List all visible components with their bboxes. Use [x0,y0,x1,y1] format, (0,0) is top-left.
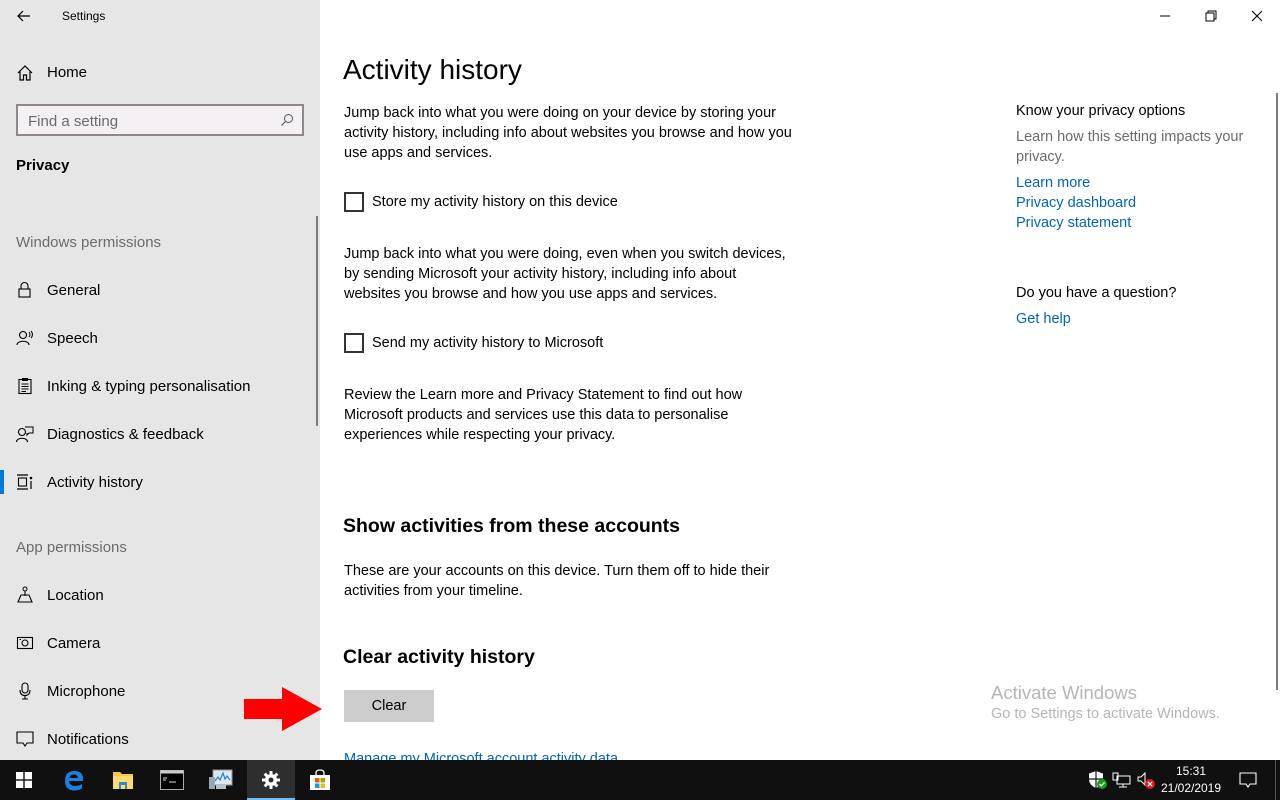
title-bar: Settings [0,0,320,32]
category-title: Privacy [16,157,70,174]
minimize-button[interactable] [1142,0,1188,32]
sidebar-item-diagnostics-feedback[interactable]: Diagnostics & feedback [0,414,316,454]
restore-button[interactable] [1188,0,1234,32]
sidebar-item-label: Diagnostics & feedback [47,426,204,443]
start-button[interactable] [0,760,48,800]
microphone-icon [19,682,31,700]
sidebar-item-label: Microphone [47,683,126,700]
clock-date: 21/02/2019 [1160,781,1222,795]
sidebar-item-label: Notifications [47,731,129,748]
search-box[interactable] [16,104,304,136]
annotation-arrow-icon [244,687,322,731]
sidebar-item-label: Location [47,587,104,604]
back-arrow-icon [17,10,30,22]
send-history-label: Send my activity history to Microsoft [372,335,604,351]
taskbar-store[interactable] [296,760,344,800]
app-title: Settings [62,9,106,23]
home-icon [17,65,33,81]
activation-watermark: Activate Windows Go to Settings to activ… [991,682,1220,722]
home-label: Home [47,64,88,81]
performance-monitor-icon [209,769,233,789]
sidebar-item-home[interactable]: Home [0,56,320,90]
lock-icon [18,281,31,298]
timeline-icon [17,474,33,490]
sidebar-item-general[interactable]: General [0,270,316,310]
store-history-checkbox-row[interactable]: Store my activity history on this device [344,192,618,212]
restore-icon [1205,10,1217,22]
settings-icon [262,771,280,789]
sidebar-item-label: Speech [47,330,98,347]
group-title-windows-permissions: Windows permissions [16,234,162,251]
learn-more-link[interactable]: Learn more [1016,173,1266,193]
sidebar-item-label: General [47,282,101,299]
main-scrollbar[interactable] [1276,93,1278,690]
sidebar-item-location[interactable]: Location [0,575,316,615]
close-button[interactable] [1234,0,1280,32]
sidebar-item-inking-typing[interactable]: Inking & typing personalisation [0,366,316,406]
sidebar-item-label: Inking & typing personalisation [47,378,251,395]
clipboard-icon [18,378,32,395]
sidebar-item-label: Camera [47,635,101,652]
privacy-options-title: Know your privacy options [1016,103,1186,119]
network-icon[interactable] [1112,770,1132,790]
help-panel: Do you have a question? Get help [1016,285,1266,329]
clear-history-button[interactable]: Clear [344,690,434,722]
back-button[interactable] [8,4,40,28]
windows-security-icon[interactable] [1088,770,1108,790]
sidebar-scrollbar[interactable] [316,216,318,426]
command-prompt-icon [160,770,184,790]
start-icon [16,772,32,788]
privacy-options-description: Learn how this setting impacts your priv… [1016,129,1244,165]
clock-time: 15:31 [1175,764,1207,778]
minimize-icon [1160,15,1170,17]
camera-icon [16,636,34,650]
sidebar-item-camera[interactable]: Camera [0,623,316,663]
accounts-description: These are your accounts on this device. … [344,563,770,599]
edge-icon [65,771,83,791]
store-history-checkbox[interactable] [344,192,364,212]
main-content: Activity history Jump back into what you… [320,0,1280,767]
clock[interactable]: 15:31 21/02/2019 [1152,763,1230,797]
show-desktop-button[interactable] [1275,760,1280,800]
send-history-checkbox-row[interactable]: Send my activity history to Microsoft [344,333,603,353]
file-explorer-icon [113,772,133,789]
get-help-link[interactable]: Get help [1016,309,1266,329]
speech-icon [16,330,33,346]
search-icon[interactable] [280,113,294,127]
send-description: Jump back into what you were doing, even… [344,246,786,302]
action-center-button[interactable] [1230,760,1266,800]
close-icon [1251,10,1263,22]
group-title-app-permissions: App permissions [16,539,127,556]
notifications-icon [16,731,34,747]
page-title: Activity history [343,54,522,85]
watermark-subtitle: Go to Settings to activate Windows. [991,706,1220,722]
sidebar: Settings Home Privacy Windows permission… [0,0,320,760]
question-title: Do you have a question? [1016,285,1177,301]
feedback-icon [16,426,34,443]
taskbar-edge[interactable] [50,760,98,800]
privacy-dashboard-link[interactable]: Privacy dashboard [1016,193,1266,213]
accounts-section-title: Show activities from these accounts [343,515,681,537]
action-center-icon [1239,772,1257,788]
store-history-label: Store my activity history on this device [372,194,618,210]
search-input[interactable] [28,111,268,131]
taskbar: 15:31 21/02/2019 [0,760,1280,800]
taskbar-command-prompt[interactable] [148,760,196,800]
send-history-checkbox[interactable] [344,333,364,353]
privacy-statement-link[interactable]: Privacy statement [1016,213,1266,233]
taskbar-performance-monitor[interactable] [197,760,245,800]
store-icon [310,769,330,790]
privacy-options-panel: Know your privacy options Learn how this… [1016,103,1266,233]
sidebar-item-speech[interactable]: Speech [0,318,316,358]
sidebar-item-activity-history[interactable]: Activity history [0,462,316,502]
taskbar-settings[interactable] [247,760,295,800]
review-text: Review the Learn more and Privacy Statem… [344,387,743,443]
watermark-title: Activate Windows [991,682,1137,703]
taskbar-file-explorer[interactable] [99,760,147,800]
sidebar-item-label: Activity history [47,474,143,491]
clear-section-title: Clear activity history [343,646,535,668]
intro-text: Jump back into what you were doing on yo… [344,105,792,161]
location-icon [17,586,33,603]
